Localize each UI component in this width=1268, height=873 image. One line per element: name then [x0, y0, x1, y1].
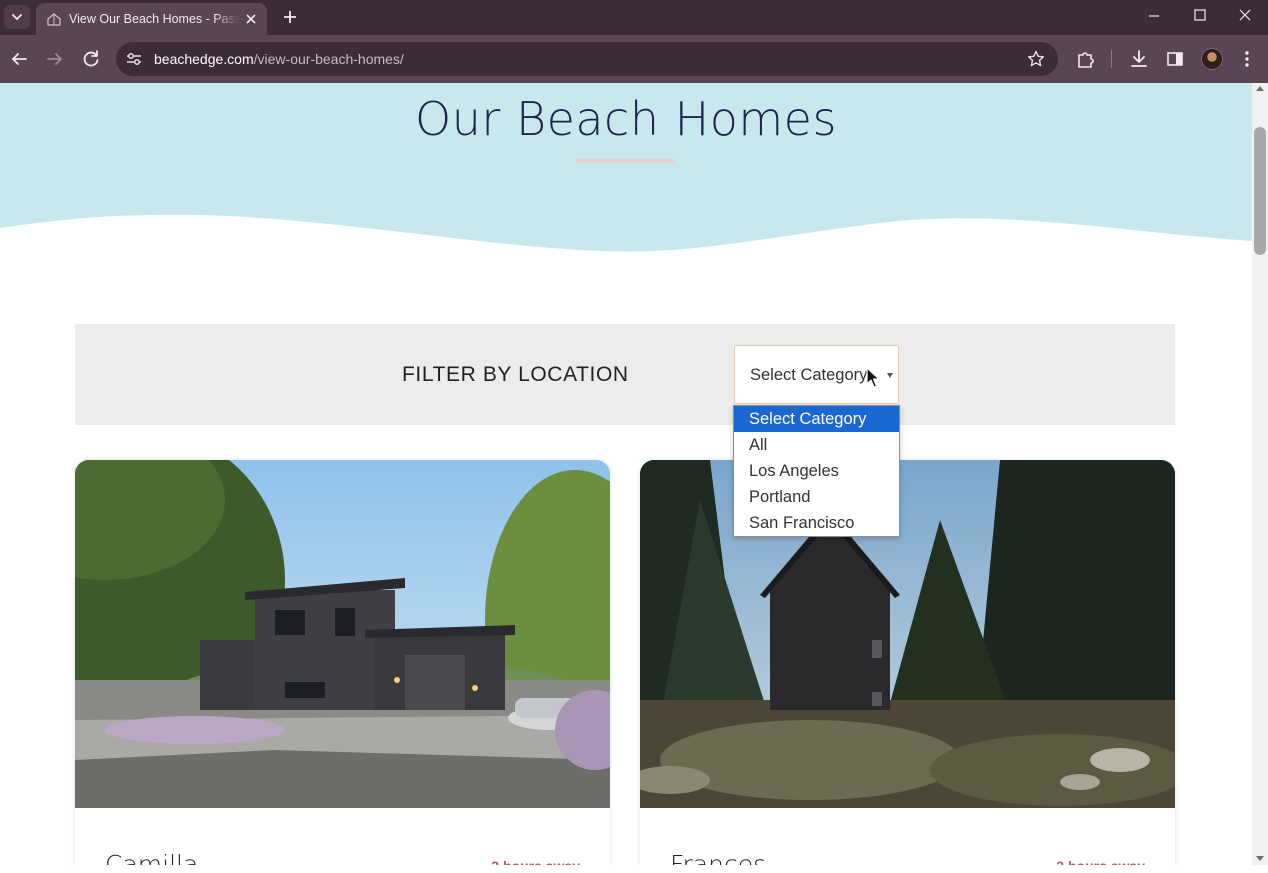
address-bar[interactable]: beachedge.com/view-our-beach-homes/	[116, 42, 1058, 76]
location-dropdown-list: Select Category All Los Angeles Portland…	[733, 405, 900, 537]
url-path: /view-our-beach-homes/	[253, 51, 404, 67]
tune-icon[interactable]	[124, 49, 144, 69]
profile-avatar[interactable]	[1201, 48, 1223, 70]
select-value: Select Category	[750, 366, 868, 384]
download-icon[interactable]	[1127, 47, 1151, 71]
house-icon	[47, 13, 61, 26]
chevron-down-icon	[12, 14, 22, 21]
scroll-down-arrow-icon[interactable]	[1256, 856, 1264, 861]
toolbar-separator	[1111, 50, 1112, 68]
close-icon	[1239, 9, 1251, 21]
page-title: Our Beach Homes	[415, 92, 837, 146]
filter-bar: FILTER BY LOCATION Select Category	[75, 324, 1175, 425]
dropdown-option-select-category[interactable]: Select Category	[734, 406, 899, 432]
home-name[interactable]: Frances	[670, 850, 766, 865]
dropdown-arrow-icon	[887, 373, 893, 378]
dropdown-option-all[interactable]: All	[734, 432, 899, 458]
close-icon	[246, 14, 256, 24]
window-close-button[interactable]	[1222, 0, 1268, 32]
star-icon[interactable]	[1026, 49, 1046, 69]
home-card[interactable]: Frances 2 hours away	[640, 460, 1175, 865]
tab-search-button[interactable]	[4, 5, 30, 29]
scrollbar-thumb[interactable]	[1254, 127, 1266, 255]
browser-tab[interactable]: View Our Beach Homes - Passive	[36, 3, 267, 35]
reload-icon[interactable]	[79, 47, 103, 71]
dropdown-option-portland[interactable]: Portland	[734, 484, 899, 510]
minimize-button[interactable]	[1131, 0, 1177, 32]
plus-icon	[284, 11, 296, 23]
mouse-cursor-icon	[866, 367, 880, 388]
maximize-button[interactable]	[1177, 0, 1223, 32]
url-host: beachedge.com	[154, 51, 254, 67]
title-underline	[576, 159, 674, 163]
filter-label: FILTER BY LOCATION	[402, 363, 629, 386]
tab-close-button[interactable]	[241, 9, 261, 29]
page-scrollbar[interactable]	[1252, 83, 1268, 865]
dropdown-option-san-francisco[interactable]: San Francisco	[734, 510, 899, 536]
sidebar-icon[interactable]	[1163, 47, 1187, 71]
home-name[interactable]: Camilla	[105, 850, 198, 865]
home-distance: 2 hours away	[491, 857, 580, 865]
browser-toolbar: beachedge.com/view-our-beach-homes/	[0, 35, 1268, 83]
puzzle-icon[interactable]	[1074, 47, 1098, 71]
home-photo-frances	[640, 460, 1175, 808]
dropdown-option-los-angeles[interactable]: Los Angeles	[734, 458, 899, 484]
home-distance: 2 hours away	[1056, 857, 1145, 865]
maximize-icon	[1194, 9, 1206, 21]
browser-titlebar: View Our Beach Homes - Passive	[0, 0, 1268, 35]
home-photo-camilla	[75, 460, 610, 808]
back-arrow-icon[interactable]	[7, 47, 31, 71]
home-card[interactable]: Camilla 2 hours away	[75, 460, 610, 865]
kebab-menu-icon[interactable]	[1235, 47, 1259, 71]
page-viewport: Our Beach Homes FILTER BY LOCATION Selec…	[0, 83, 1252, 865]
url-text: beachedge.com/view-our-beach-homes/	[154, 50, 404, 68]
window-bottom-edge	[0, 865, 1268, 873]
new-tab-button[interactable]	[279, 6, 301, 28]
tab-title: View Our Beach Homes - Passive	[69, 12, 239, 26]
scroll-up-arrow-icon[interactable]	[1256, 86, 1264, 91]
minimize-icon	[1149, 15, 1159, 17]
forward-arrow-icon[interactable]	[43, 47, 67, 71]
hero-section: Our Beach Homes	[0, 83, 1252, 273]
